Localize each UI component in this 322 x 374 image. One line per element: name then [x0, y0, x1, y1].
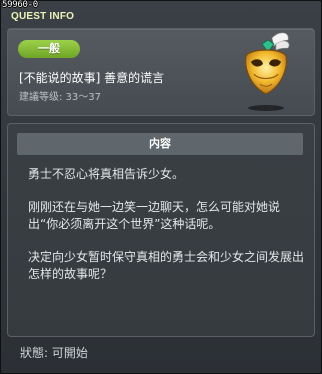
description-paragraph: 刚刚还在与她一边笑一边聊天，怎么可能对她说出“你必须离开这个世界”这种话呢。	[28, 200, 281, 231]
recommended-level: 建議等级: 33～37	[19, 92, 101, 103]
golden-mask-icon	[232, 28, 302, 116]
category-badge: 一般	[18, 40, 80, 58]
quest-status: 狀態: 可開始	[20, 346, 88, 360]
quest-title: [不能说的故事] 善意的谎言	[19, 71, 165, 85]
description-paragraph: 勇士不忍心将真相告诉少女。	[28, 167, 185, 181]
content-header: 内容	[17, 133, 303, 155]
description-paragraph: 决定向少女暂时保守真相的勇士会和少女之间发展出怎样的故事呢？	[28, 250, 305, 281]
quest-description: 勇士不忍心将真相告诉少女。 刚刚还在与她一边笑一边聊天，怎么可能对她说出“你必须…	[28, 166, 308, 326]
quest-id-label: 59960-0	[2, 0, 38, 10]
window-title: QUEST INFO	[11, 11, 75, 22]
